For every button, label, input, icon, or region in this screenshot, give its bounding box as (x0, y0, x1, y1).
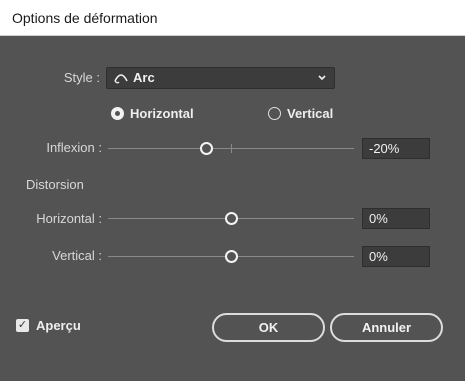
radio-vertical-label: Vertical (287, 106, 334, 121)
radio-unselected-icon (268, 107, 281, 120)
preview-checkbox[interactable]: ✓ (16, 319, 29, 332)
style-dropdown[interactable]: Arc (106, 67, 335, 89)
distortion-horizontal-value-field[interactable]: 0% (362, 208, 430, 229)
distortion-vertical-value-field[interactable]: 0% (362, 246, 430, 267)
distortion-section-label: Distorsion (26, 177, 84, 192)
inflexion-label: Inflexion : (46, 140, 102, 155)
distortion-horizontal-slider-knob[interactable] (225, 212, 238, 225)
inflexion-value-field[interactable]: -20% (362, 138, 430, 159)
radio-horizontal[interactable]: Horizontal (111, 106, 194, 121)
distortion-horizontal-label: Horizontal : (36, 211, 102, 226)
distortion-vertical-slider-knob[interactable] (225, 250, 238, 263)
radio-horizontal-label: Horizontal (130, 106, 194, 121)
warp-options-dialog: Style : Arc Horizontal Vertical Inflexio… (0, 36, 465, 381)
ok-button[interactable]: OK (212, 313, 325, 342)
cancel-button[interactable]: Annuler (330, 313, 443, 342)
arc-icon (113, 71, 129, 85)
preview-label: Aperçu (36, 318, 81, 333)
checkmark-icon: ✓ (17, 319, 28, 331)
inflexion-slider-knob[interactable] (200, 142, 213, 155)
radio-selected-icon (111, 107, 124, 120)
distortion-vertical-label: Vertical : (52, 248, 102, 263)
radio-vertical[interactable]: Vertical (268, 106, 333, 121)
chevron-down-icon (317, 70, 327, 90)
inflexion-center-tick (231, 144, 232, 153)
dialog-title: Options de déformation (0, 0, 465, 36)
style-label: Style : (63, 70, 100, 85)
style-value: Arc (133, 70, 155, 85)
